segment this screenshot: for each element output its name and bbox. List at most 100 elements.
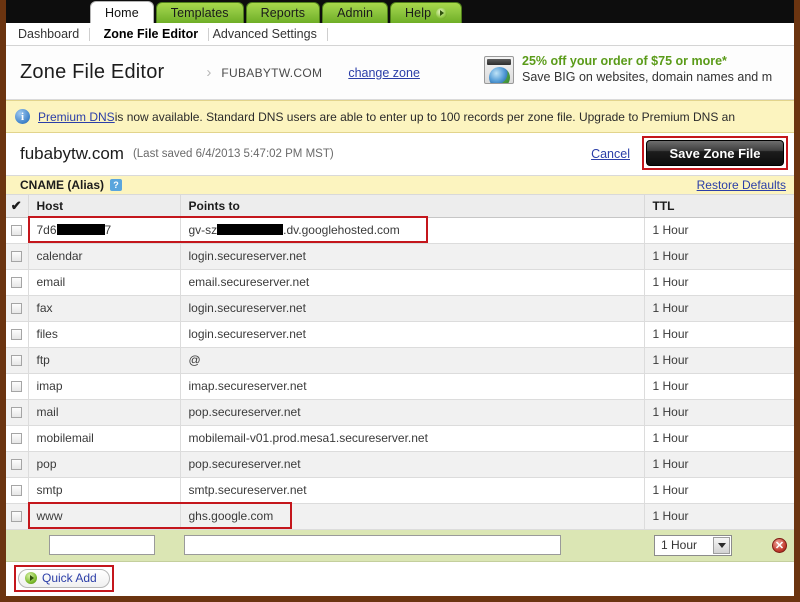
- cell-points-to: login.secureserver.net: [180, 243, 645, 270]
- last-saved-timestamp: (Last saved 6/4/2013 5:47:02 PM MST): [132, 148, 334, 160]
- subnav-divider: [326, 27, 328, 41]
- tab-reports[interactable]: Reports: [245, 2, 321, 23]
- delete-record-button[interactable]: ✕: [772, 537, 787, 553]
- table-row: smtp smtp.secureserver.net 1 Hour: [6, 477, 794, 504]
- help-badge-icon[interactable]: ?: [110, 179, 123, 191]
- change-zone-link[interactable]: change zone: [348, 66, 420, 80]
- table-header-row: ✔ Host Points to TTL: [6, 195, 794, 218]
- cell-ttl: 1 Hour: [644, 347, 794, 374]
- row-checkbox-cell[interactable]: [6, 451, 29, 478]
- quick-add-button[interactable]: Quick Add: [18, 568, 110, 588]
- chevron-down-icon[interactable]: [713, 536, 730, 554]
- row-checkbox[interactable]: [10, 511, 22, 523]
- row-checkbox-cell[interactable]: [6, 503, 29, 530]
- column-header-ttl: TTL: [644, 195, 794, 218]
- cell-host: email: [28, 269, 181, 296]
- quick-add-label: Quick Add: [42, 571, 97, 585]
- tab-admin[interactable]: Admin: [322, 2, 389, 23]
- cname-records-table-wrapper: ✔ Host Points to TTL 7d6 7 gv-sz .dv.googlehos…: [6, 195, 794, 530]
- promo-headline: 25% off your order of $75 or more*: [522, 54, 727, 68]
- new-record-points-to-input[interactable]: [184, 535, 561, 555]
- cell-ttl: 1 Hour: [644, 295, 794, 322]
- row-checkbox-cell[interactable]: [6, 295, 29, 322]
- main-tab-bar: Home Templates Reports Admin Help: [6, 0, 794, 23]
- table-row: imap imap.secureserver.net 1 Hour: [6, 373, 794, 400]
- row-checkbox[interactable]: [10, 381, 22, 393]
- cell-points-to: ghs.google.com: [180, 503, 645, 530]
- cell-points-to: smtp.secureserver.net: [180, 477, 645, 504]
- tab-label: Reports: [260, 6, 306, 20]
- row-checkbox[interactable]: [10, 433, 22, 445]
- tab-help[interactable]: Help: [390, 2, 463, 23]
- subnav-divider: [89, 27, 91, 41]
- row-checkbox-cell[interactable]: [6, 217, 29, 244]
- subnav-item-advanced-settings[interactable]: Advanced Settings: [213, 27, 327, 41]
- row-checkbox-cell[interactable]: [6, 425, 29, 452]
- subnav-item-zone-file-editor[interactable]: Zone File Editor: [94, 27, 208, 41]
- row-checkbox-cell[interactable]: [6, 269, 29, 296]
- cell-ttl: 1 Hour: [644, 451, 794, 478]
- row-checkbox-cell[interactable]: [6, 321, 29, 348]
- new-record-ttl-select[interactable]: 1 Hour: [654, 534, 732, 556]
- domain-name-label: fubabytw.com: [20, 144, 124, 163]
- premium-dns-link[interactable]: Premium DNS: [38, 110, 115, 124]
- cell-host: 7d6 7: [28, 217, 181, 244]
- restore-defaults-link[interactable]: Restore Defaults: [697, 178, 786, 192]
- cell-host: ftp: [28, 347, 181, 374]
- row-checkbox-cell[interactable]: [6, 373, 29, 400]
- row-checkbox-cell[interactable]: [6, 477, 29, 504]
- cell-host: mobilemail: [28, 425, 181, 452]
- table-row: calendar login.secureserver.net 1 Hour: [6, 243, 794, 270]
- promo-banner[interactable]: 25% off your order of $75 or more* Save …: [484, 54, 772, 85]
- cell-host: mail: [28, 399, 181, 426]
- table-row: pop pop.secureserver.net 1 Hour: [6, 451, 794, 478]
- table-row: www ghs.google.com 1 Hour: [6, 503, 794, 530]
- tab-templates[interactable]: Templates: [155, 2, 244, 23]
- table-row: mail pop.secureserver.net 1 Hour: [6, 399, 794, 426]
- row-checkbox[interactable]: [10, 277, 22, 289]
- row-checkbox-cell[interactable]: [6, 399, 29, 426]
- row-checkbox[interactable]: [10, 485, 22, 497]
- table-row: fax login.secureserver.net 1 Hour: [6, 295, 794, 322]
- tab-home[interactable]: Home: [90, 1, 154, 23]
- notice-text: is now available. Standard DNS users are…: [114, 109, 736, 124]
- row-checkbox-cell[interactable]: [6, 243, 29, 270]
- cell-points-to: email.secureserver.net: [180, 269, 645, 296]
- cell-ttl: 1 Hour: [644, 243, 794, 270]
- cell-host: calendar: [28, 243, 181, 270]
- tab-label: Templates: [170, 6, 229, 20]
- new-record-host-input[interactable]: [49, 535, 155, 555]
- row-checkbox[interactable]: [10, 251, 22, 263]
- redaction-bar: [217, 224, 284, 235]
- row-checkbox[interactable]: [10, 225, 22, 237]
- promo-text: 25% off your order of $75 or more* Save …: [522, 54, 772, 85]
- row-checkbox[interactable]: [10, 355, 22, 367]
- row-checkbox[interactable]: [10, 407, 22, 419]
- cname-section-title: CNAME (Alias): [20, 178, 105, 192]
- table-row: email email.secureserver.net 1 Hour: [6, 269, 794, 296]
- table-row: files login.secureserver.net 1 Hour: [6, 321, 794, 348]
- row-checkbox-cell[interactable]: [6, 347, 29, 374]
- cell-ttl: 1 Hour: [644, 503, 794, 530]
- new-record-ttl-value: 1 Hour: [661, 538, 698, 552]
- cell-ttl: 1 Hour: [644, 321, 794, 348]
- subnav-divider: [208, 27, 210, 41]
- cell-points-to: gv-sz .dv.googlehosted.com: [180, 217, 645, 244]
- cancel-link[interactable]: Cancel: [591, 147, 630, 161]
- table-row: ftp @1 Hour: [6, 347, 794, 374]
- save-zone-file-button[interactable]: Save Zone File: [646, 140, 784, 166]
- row-checkbox[interactable]: [10, 303, 22, 315]
- breadcrumb-zone-name: FUBABYTW.COM: [221, 65, 323, 80]
- sub-navigation-bar: Dashboard Zone File Editor Advanced Sett…: [6, 23, 794, 46]
- column-header-select-all[interactable]: ✔: [6, 195, 29, 218]
- cell-points-to: imap.secureserver.net: [180, 373, 645, 400]
- subnav-item-dashboard[interactable]: Dashboard: [18, 27, 89, 41]
- cell-ttl: 1 Hour: [644, 269, 794, 296]
- row-checkbox[interactable]: [10, 329, 22, 341]
- premium-dns-notice: i Premium DNS is now available. Standard…: [6, 100, 794, 133]
- cell-ttl: 1 Hour: [644, 425, 794, 452]
- table-row: mobilemail mobilemail-v01.prod.mesa1.secu…: [6, 425, 794, 452]
- row-checkbox[interactable]: [10, 459, 22, 471]
- cell-host: www: [28, 503, 181, 530]
- cell-points-to: mobilemail-v01.prod.mesa1.secureserver.n…: [180, 425, 645, 452]
